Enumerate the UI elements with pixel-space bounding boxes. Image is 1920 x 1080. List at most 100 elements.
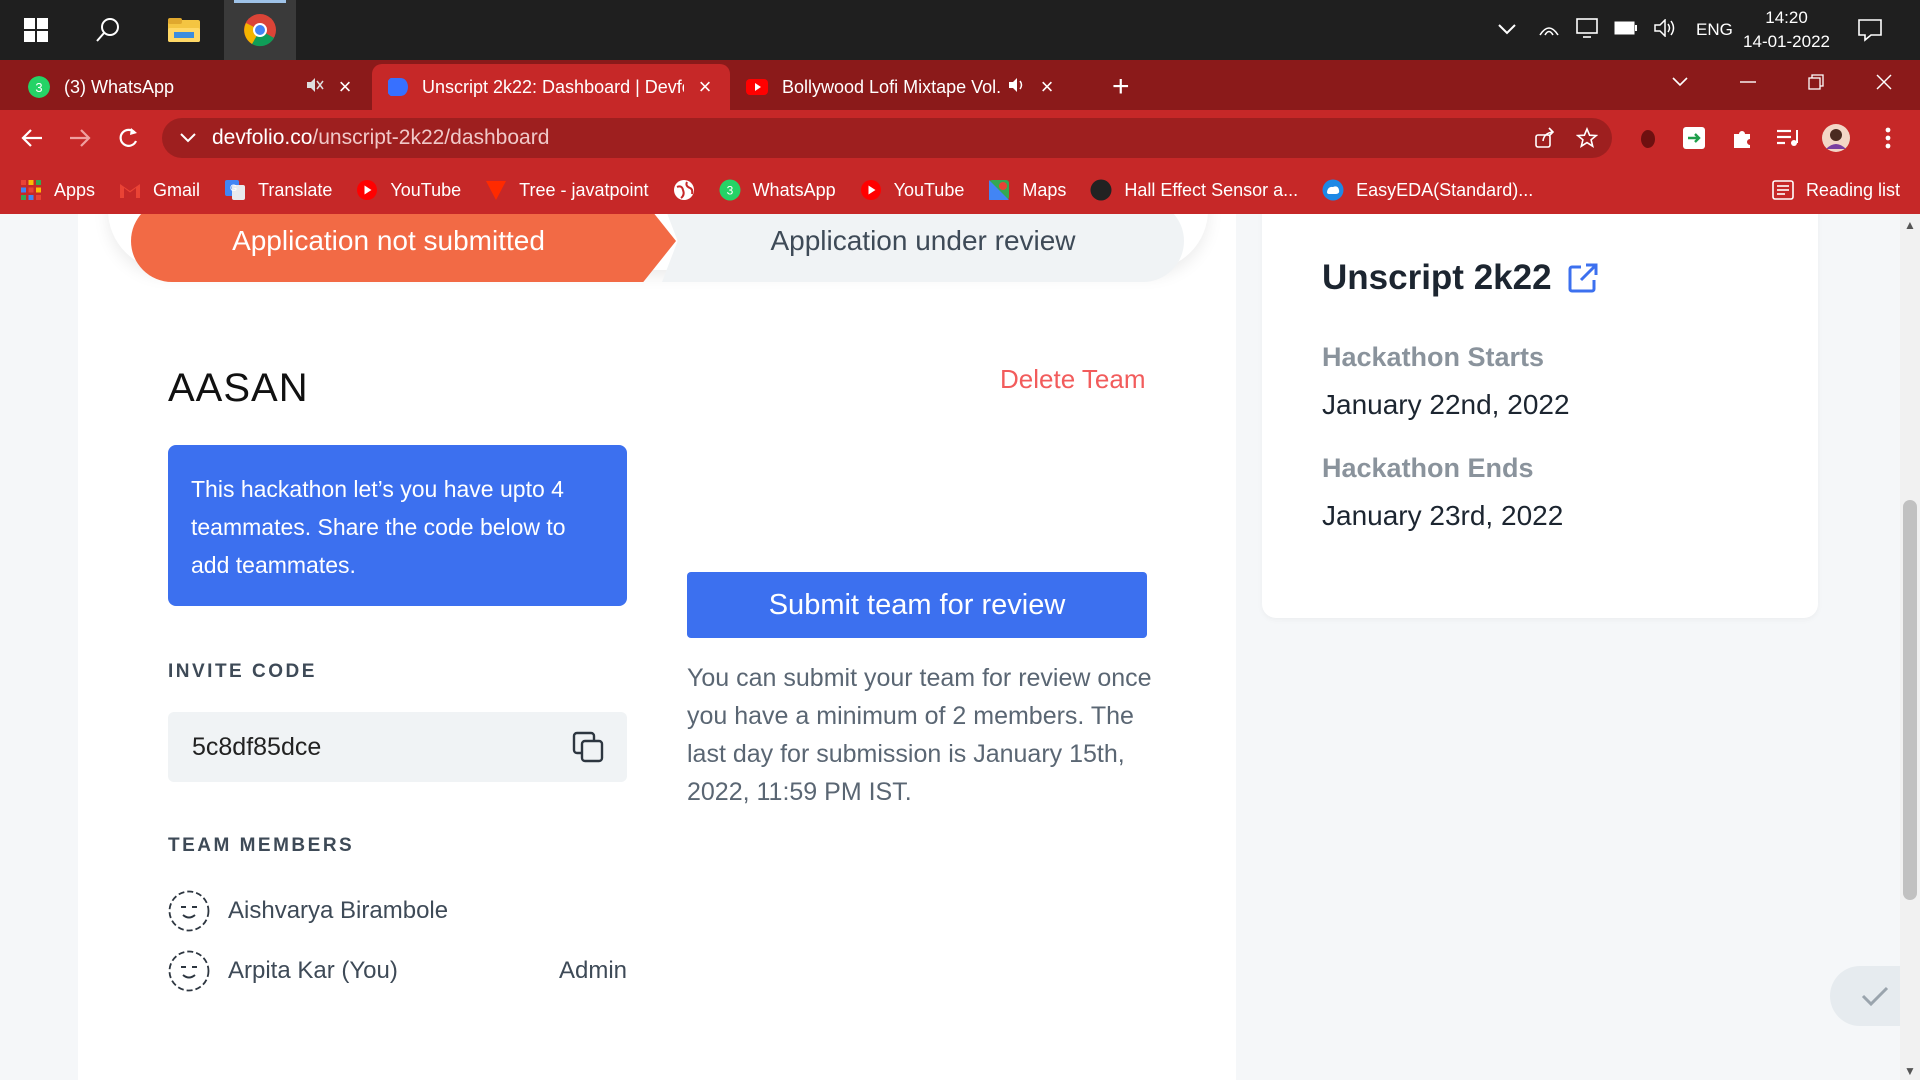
clock-date: 14-01-2022 (1743, 32, 1830, 51)
reload-button[interactable] (110, 120, 146, 156)
bookmark-youtube[interactable]: YouTube (356, 179, 461, 201)
new-tab-button[interactable]: + (1098, 64, 1148, 110)
bookmark-gmail[interactable]: Gmail (119, 179, 200, 201)
page-content: Application not submitted Application un… (0, 214, 1900, 1080)
windows-logo-icon (24, 18, 48, 42)
external-link-icon[interactable] (1566, 261, 1600, 295)
delete-team-button[interactable]: Delete Team (1000, 364, 1146, 395)
easyeda-icon (1322, 179, 1344, 201)
page-scrollbar[interactable]: ▲ ▼ (1900, 214, 1920, 1080)
submit-team-button[interactable]: Submit team for review (687, 572, 1147, 638)
member-avatar-icon (168, 950, 210, 992)
invite-code-field[interactable]: 5c8df85dce (168, 712, 627, 782)
reading-list-label: Reading list (1805, 179, 1900, 200)
close-icon (1876, 74, 1892, 90)
url-path: /unscript-2k22/dashboard (312, 126, 550, 149)
whatsapp-icon: 3 (719, 179, 741, 201)
bookmark-label: Maps (1022, 179, 1067, 200)
whatsapp-unread-badge: 3 (35, 80, 42, 95)
language-indicator[interactable]: ENG (1696, 20, 1733, 40)
audio-playing-icon[interactable] (1008, 77, 1026, 98)
close-tab-icon[interactable]: × (334, 74, 356, 100)
bookmark-label: Translate (258, 179, 333, 200)
reading-list-button[interactable]: Reading list (1772, 166, 1900, 214)
taskbar-clock[interactable]: 14:20 14-01-2022 (1743, 6, 1830, 54)
scroll-down-arrow-icon[interactable]: ▼ (1904, 1064, 1916, 1078)
muted-icon[interactable] (306, 77, 324, 98)
bookmark-javatpoint[interactable]: Tree - javatpoint (485, 179, 649, 201)
team-member-row: Arpita Kar (You) Admin (168, 950, 627, 992)
member-name: Arpita Kar (You) (228, 957, 398, 984)
browser-toolbar: devfolio.co/unscript-2k22/dashboard (0, 110, 1920, 166)
hackathon-starts-label: Hackathon Starts (1322, 342, 1545, 372)
close-window-button[interactable] (1850, 60, 1918, 104)
bookmark-maps[interactable]: Maps (988, 179, 1066, 201)
display-icon[interactable] (1576, 17, 1598, 43)
status-step-under-review: Application under review (662, 214, 1184, 282)
site-info-chevron-icon[interactable] (180, 133, 196, 143)
profile-avatar[interactable] (1818, 120, 1854, 156)
tab-devfolio-dashboard[interactable]: Unscript 2k22: Dashboard | Devfo × (372, 64, 730, 110)
bookmark-star-icon[interactable] (1575, 126, 1599, 155)
volume-icon[interactable] (1654, 17, 1676, 42)
tab-search-button[interactable] (1646, 60, 1714, 104)
invite-code-label: INVITE CODE (168, 661, 317, 682)
extension-green-icon[interactable] (1676, 120, 1712, 156)
system-tray: ENG (1498, 0, 1733, 60)
forward-button[interactable] (62, 120, 98, 156)
team-members-label: TEAM MEMBERS (168, 835, 355, 856)
apps-grid-icon (21, 180, 41, 200)
submit-requirements-note: You can submit your team for review once… (687, 664, 1152, 806)
forward-arrow-icon (70, 129, 91, 147)
browser-tab-strip: 3 (3) WhatsApp × Unscript 2k22: Dashboar… (0, 60, 1920, 110)
scroll-up-arrow-icon[interactable]: ▲ (1904, 218, 1916, 232)
wifi-icon[interactable] (1538, 19, 1560, 42)
chevron-down-icon (1672, 77, 1688, 87)
youtube-icon (357, 180, 378, 200)
restore-button[interactable] (1782, 60, 1850, 104)
bookmark-translate[interactable]: G Translate (224, 179, 332, 201)
floating-check-button[interactable] (1830, 966, 1900, 1026)
maps-icon (989, 180, 1010, 200)
bookmark-whatsapp[interactable]: 3 WhatsApp (719, 179, 836, 201)
team-member-row: Aishvarya Birambole (168, 890, 627, 932)
battery-icon[interactable] (1614, 20, 1638, 40)
extensions-puzzle-icon[interactable] (1724, 120, 1760, 156)
bookmark-hall-effect[interactable]: Hall Effect Sensor a... (1090, 179, 1298, 201)
url-host: devfolio.co (212, 126, 313, 149)
close-tab-icon[interactable]: × (1036, 74, 1058, 100)
back-button[interactable] (14, 120, 50, 156)
windows-start-button[interactable] (0, 0, 72, 60)
tab-whatsapp[interactable]: 3 (3) WhatsApp × (14, 64, 370, 110)
windows-taskbar: ENG 14:20 14-01-2022 (0, 0, 1920, 60)
scrollbar-thumb[interactable] (1903, 500, 1917, 900)
search-button[interactable] (72, 0, 144, 60)
copy-icon[interactable] (571, 730, 605, 764)
bookmark-apps[interactable]: Apps (20, 179, 95, 201)
bookmark-easyeda[interactable]: EasyEDA(Standard)... (1322, 179, 1533, 201)
media-controls-icon[interactable] (1770, 120, 1806, 156)
clock-time: 14:20 (1765, 8, 1808, 27)
tab-bollywood-lofi[interactable]: Bollywood Lofi Mixtape Vol.3 × (732, 64, 1072, 110)
notifications-button[interactable] (1834, 0, 1906, 60)
svg-text:G: G (230, 183, 237, 193)
chrome-menu-button[interactable] (1870, 120, 1906, 156)
globe-icon (673, 180, 694, 200)
member-name: Aishvarya Birambole (228, 897, 449, 924)
address-bar[interactable]: devfolio.co/unscript-2k22/dashboard (162, 118, 1612, 158)
youtube-icon (746, 79, 768, 95)
share-icon[interactable] (1534, 127, 1556, 155)
file-explorer-button[interactable] (148, 0, 220, 60)
back-arrow-icon (21, 129, 42, 147)
folder-icon (168, 18, 200, 42)
tab-title: Unscript 2k22: Dashboard | Devfo (422, 76, 684, 97)
search-icon (96, 18, 119, 42)
close-tab-icon[interactable]: × (694, 74, 716, 100)
bookmark-globe[interactable] (673, 179, 695, 201)
minimize-button[interactable] (1714, 60, 1782, 104)
event-title-link[interactable]: Unscript 2k22 (1322, 258, 1600, 298)
extension-icon[interactable] (1630, 120, 1666, 156)
bookmark-youtube-2[interactable]: YouTube (860, 179, 964, 201)
chrome-taskbar-button[interactable] (224, 0, 296, 60)
chevron-up-icon[interactable] (1498, 20, 1516, 40)
